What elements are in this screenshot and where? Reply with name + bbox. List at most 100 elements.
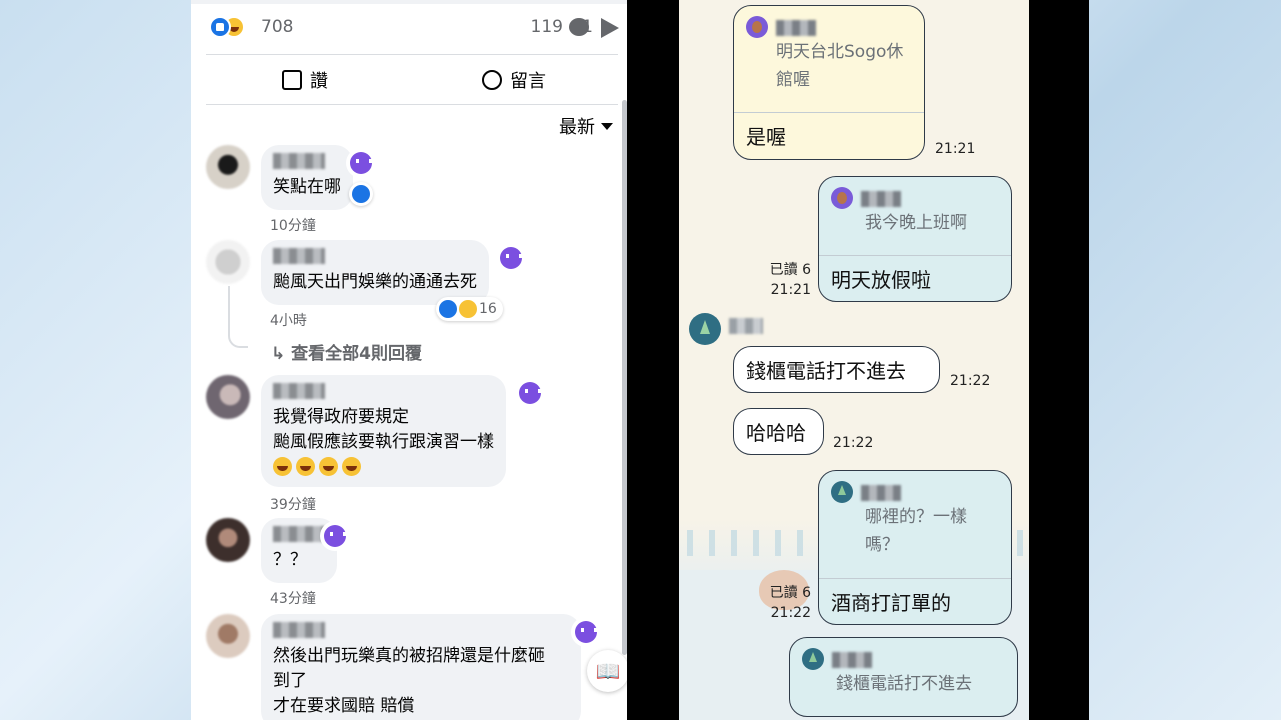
laughing-emoji-icon: [342, 457, 361, 476]
facebook-comments-panel: 708 119 1 讚 留言 最新 笑點在哪 10分鐘 颱風天出門娛樂的通通去死…: [191, 0, 627, 720]
avatar: [802, 648, 824, 670]
reaction-count: 16: [479, 301, 497, 317]
avatar[interactable]: [206, 375, 250, 419]
read-receipt: 已讀 6 21:22: [759, 583, 811, 623]
message-text: 酒商打訂單的: [831, 591, 951, 615]
like-button-label: 讚: [310, 71, 328, 92]
quoted-text: 哪裡的？一樣 嗎？: [865, 507, 967, 555]
like-reaction-icon: [439, 300, 457, 318]
comment-text: 笑點在哪: [273, 177, 341, 197]
avatar: [831, 481, 853, 503]
message-text: 哈哈哈: [746, 421, 806, 445]
thumbs-up-icon: [282, 70, 302, 90]
quoted-sender-name: [776, 20, 816, 36]
comment-text: 颱風天出門娛樂的通通去死: [273, 272, 477, 292]
speech-bubble-icon: [482, 70, 502, 90]
caret-down-icon: [601, 123, 613, 130]
read-status: 已讀 6: [769, 585, 811, 601]
quoted-sender-name: [861, 191, 901, 207]
message-bubble[interactable]: 錢櫃電話打不進去: [733, 346, 940, 393]
post-action-bar: 讚 留言: [206, 55, 618, 105]
comment-text: 然後出門玩樂真的被招牌還是什麼砸 到了 才在要求國賠 賠償: [273, 646, 545, 716]
sender-avatar[interactable]: [689, 313, 721, 345]
reply-thread-line: [228, 286, 248, 348]
avatar: [746, 16, 768, 38]
book-icon[interactable]: 📖: [587, 650, 627, 692]
like-reaction-icon: [209, 16, 231, 38]
view-replies-link[interactable]: ↳ 查看全部4則回覆: [271, 339, 422, 364]
laughing-emoji-icon: [319, 457, 338, 476]
divider: [206, 104, 618, 105]
sort-dropdown[interactable]: 最新: [559, 113, 613, 139]
comment-bubble: 我覺得政府要規定 颱風假應該要執行跟演習一樣: [261, 375, 506, 487]
avatar[interactable]: [206, 240, 250, 284]
quoted-message[interactable]: 我今晚上班啊: [819, 177, 1011, 256]
message-time: 21:21: [770, 282, 811, 298]
message-time: 21:22: [770, 605, 811, 621]
reply-message-bubble[interactable]: 明天台北Sogo休 館喔 是喔: [733, 5, 925, 160]
comment-text: 我覺得政府要規定 颱風假應該要執行跟演習一樣: [273, 407, 494, 452]
avatar[interactable]: [206, 145, 250, 189]
message-time: 21:22: [833, 435, 874, 451]
quoted-text: 錢櫃電話打不進去: [836, 674, 972, 694]
commenter-name[interactable]: [273, 526, 325, 542]
like-reaction-icon: [352, 185, 370, 203]
comment-button[interactable]: 留言: [482, 67, 546, 93]
reply-message-bubble[interactable]: 我今晚上班啊 明天放假啦: [818, 176, 1012, 302]
message-text: 是喔: [746, 125, 786, 149]
commenter-name[interactable]: [273, 622, 325, 638]
black-separator: [1029, 0, 1089, 720]
laughing-emoji-icon: [296, 457, 315, 476]
comment-bubble: 然後出門玩樂真的被招牌還是什麼砸 到了 才在要求國賠 賠償: [261, 614, 581, 720]
sender-name: [729, 318, 763, 334]
haha-reaction-icon: [459, 300, 477, 318]
avatar[interactable]: [206, 614, 250, 658]
line-chat-panel: 明天台北Sogo休 館喔 是喔 21:21 我今晚上班啊 明天放假啦 已讀 6 …: [679, 0, 1029, 720]
read-status: 已讀 6: [769, 262, 811, 278]
emoji-row: [273, 457, 494, 477]
share-count: 1: [582, 17, 593, 37]
commenter-name[interactable]: [273, 248, 325, 264]
message-time: 21:22: [950, 373, 991, 389]
reaction-summary-row[interactable]: 708 119 1: [209, 14, 619, 42]
like-button[interactable]: 讚: [282, 67, 328, 93]
quoted-message[interactable]: 哪裡的？一樣 嗎？: [819, 471, 1011, 579]
comment-count: 119: [530, 17, 563, 37]
quoted-message[interactable]: 錢櫃電話打不進去: [790, 638, 1017, 716]
comment-button-label: 留言: [510, 71, 546, 92]
comment-bubble: 颱風天出門娛樂的通通去死: [261, 240, 489, 305]
comment-reaction-pill[interactable]: [349, 182, 373, 206]
comment-bubble: 笑點在哪: [261, 145, 353, 210]
comment-text: ？？: [273, 550, 307, 570]
quoted-sender-name: [832, 652, 872, 668]
quoted-message[interactable]: 明天台北Sogo休 館喔: [734, 6, 924, 113]
share-arrow-icon: [601, 18, 619, 38]
comment-time: 43分鐘: [270, 591, 316, 607]
message-time: 21:21: [935, 141, 976, 157]
reply-message-bubble[interactable]: 錢櫃電話打不進去: [789, 637, 1018, 717]
quoted-text: 我今晚上班啊: [865, 213, 967, 233]
avatar[interactable]: [206, 518, 250, 562]
comment-time: 4小時: [270, 313, 307, 329]
sort-label: 最新: [559, 117, 595, 138]
message-text: 錢櫃電話打不進去: [746, 359, 906, 383]
reply-message-bubble[interactable]: 哪裡的？一樣 嗎？ 酒商打訂單的: [818, 470, 1012, 625]
quoted-text: 明天台北Sogo休 館喔: [776, 42, 904, 90]
message-text: 明天放假啦: [831, 268, 931, 292]
laughing-emoji-icon: [273, 457, 292, 476]
commenter-name[interactable]: [273, 153, 325, 169]
top-separator: [191, 0, 627, 4]
page-avatar-icon: [496, 243, 526, 273]
page-avatar-icon: [346, 148, 376, 178]
black-separator: [627, 0, 679, 720]
comment-time: 10分鐘: [270, 218, 316, 234]
comment-reaction-pill[interactable]: 16: [436, 297, 503, 321]
avatar: [831, 187, 853, 209]
commenter-name[interactable]: [273, 383, 325, 399]
quoted-sender-name: [861, 485, 901, 501]
page-avatar-icon: [571, 617, 601, 647]
message-bubble[interactable]: 哈哈哈: [733, 408, 824, 455]
page-avatar-icon: [515, 378, 545, 408]
read-receipt: 已讀 6 21:21: [759, 260, 811, 300]
comment-time: 39分鐘: [270, 497, 316, 513]
